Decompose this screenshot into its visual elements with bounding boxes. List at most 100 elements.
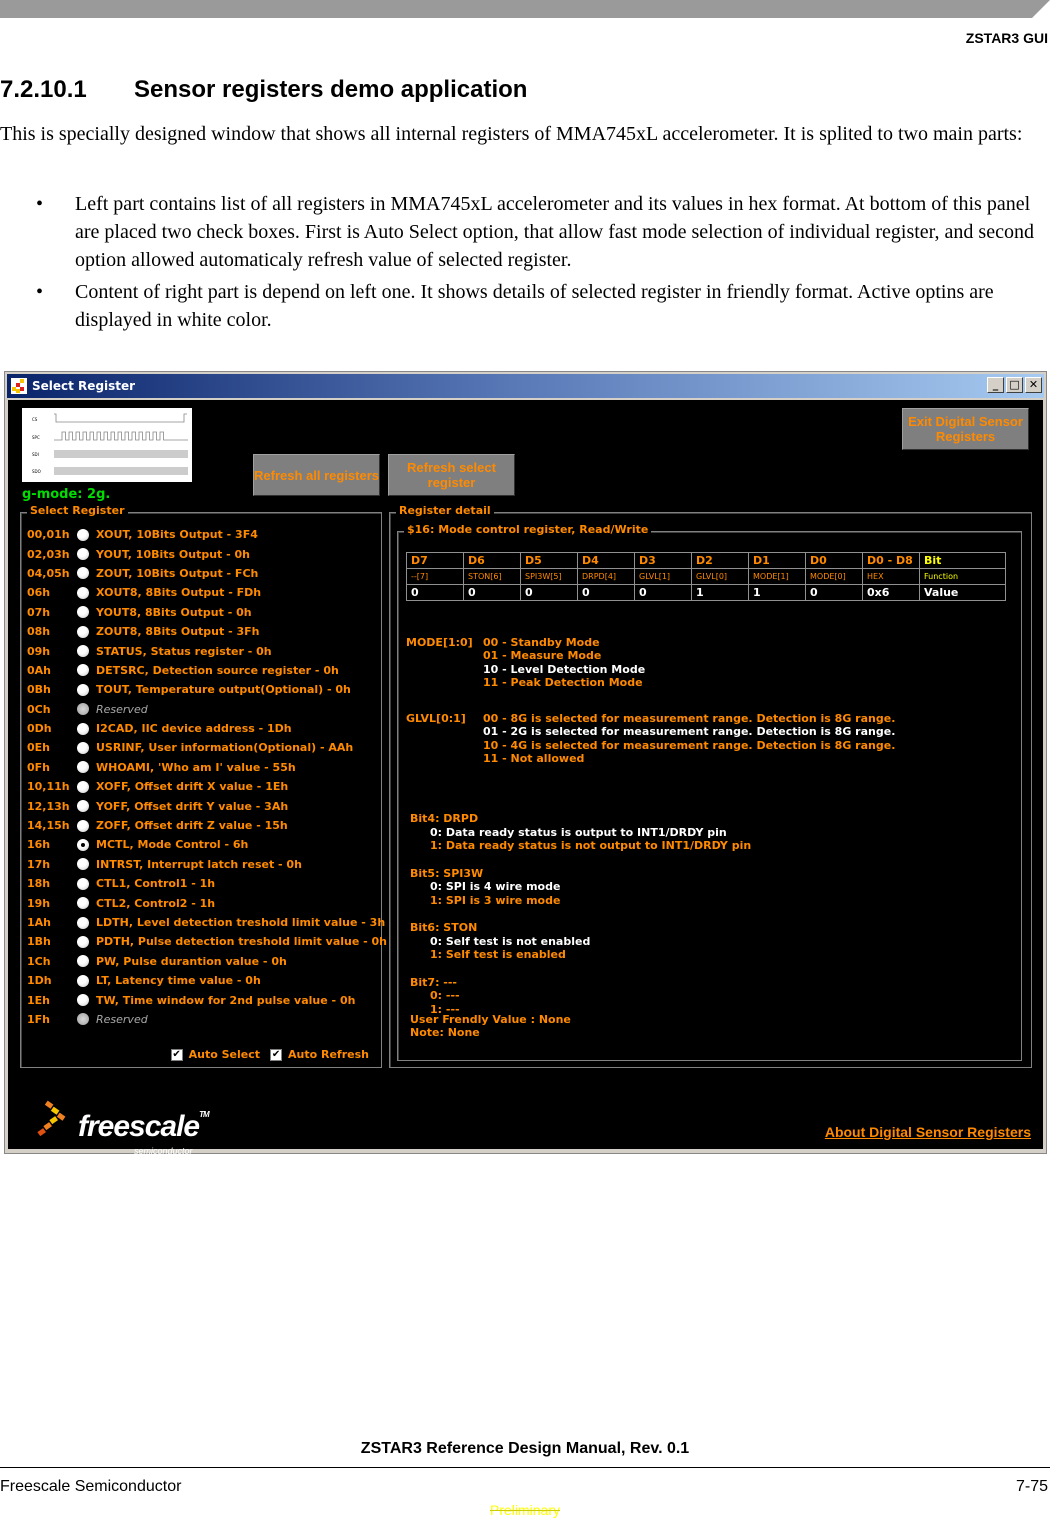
timing-label-cs: CS <box>32 417 38 422</box>
checkbox-checked-icon[interactable]: ✔ <box>170 1048 183 1061</box>
register-row[interactable]: 0Eh USRINF, User information(Optional) - … <box>27 738 387 757</box>
register-radio[interactable] <box>77 858 89 871</box>
register-row[interactable]: 08h ZOUT8, 8Bits Output - 3Fh <box>27 622 387 641</box>
register-radio[interactable] <box>77 645 89 658</box>
register-row[interactable]: 10,11h XOFF, Offset drift X value - 1Eh <box>27 777 387 796</box>
register-row[interactable]: 04,05h ZOUT, 10Bits Output - FCh <box>27 564 387 583</box>
glvl-label: GLVL[0:1] <box>406 712 466 725</box>
register-row[interactable]: 0Ch Reserved <box>27 700 387 719</box>
register-radio[interactable] <box>77 838 89 851</box>
register-address: 1Fh <box>27 1012 50 1026</box>
window-title: Select Register <box>32 379 136 393</box>
bit-details: Bit4: DRPD 0: Data ready status is output… <box>410 812 751 1030</box>
register-row[interactable]: 07h YOUT8, 8Bits Output - 0h <box>27 603 387 622</box>
register-radio[interactable] <box>77 664 89 677</box>
register-address: 1Eh <box>27 993 50 1007</box>
auto-select-checkbox[interactable]: ✔ Auto Select <box>170 1048 260 1061</box>
auto-refresh-checkbox[interactable]: ✔ Auto Refresh <box>270 1048 369 1061</box>
register-radio[interactable] <box>77 955 89 968</box>
register-row[interactable]: 12,13h YOFF, Offset drift Y value - 3Ah <box>27 796 387 815</box>
register-row[interactable]: 0Bh TOUT, Temperature output(Optional) - … <box>27 680 387 699</box>
note-value: Note: None <box>410 1026 480 1040</box>
close-button[interactable]: ✕ <box>1025 377 1042 393</box>
register-address: 1Dh <box>27 974 52 988</box>
register-radio[interactable] <box>77 916 89 929</box>
bit-label: Bit4: DRPD <box>410 812 479 825</box>
register-radio[interactable] <box>77 819 89 832</box>
register-name: LT, Latency time value - 0h <box>96 974 261 988</box>
register-row[interactable]: 18h CTL1, Control1 - 1h <box>27 874 387 893</box>
register-row[interactable]: 1Ah LDTH, Level detection treshold limit … <box>27 913 387 932</box>
checkbox-checked-icon[interactable]: ✔ <box>270 1048 283 1061</box>
glvl-option: 00 - 8G is selected for measurement rang… <box>483 712 896 725</box>
logo-subtitle: semiconductor <box>134 1146 193 1156</box>
register-row[interactable]: 1Ch PW, Pulse durantion value - 0h <box>27 952 387 971</box>
bit-cell: D0 - D8 <box>862 552 920 569</box>
exit-button[interactable]: Exit Digital Sensor Registers <box>902 408 1029 450</box>
register-radio[interactable] <box>77 586 89 599</box>
register-row[interactable]: 00,01h XOUT, 10Bits Output - 3F4 <box>27 525 387 544</box>
bullet-item: • Left part contains list of all register… <box>36 193 1034 271</box>
register-row[interactable]: 1Bh PDTH, Pulse detection treshold limit … <box>27 932 387 951</box>
register-radio[interactable] <box>77 994 89 1007</box>
register-row[interactable]: 02,03h YOUT, 10Bits Output - 0h <box>27 544 387 563</box>
register-row[interactable]: 14,15h ZOFF, Offset drift Z value - 15h <box>27 816 387 835</box>
register-row[interactable]: 1Fh Reserved <box>27 1010 387 1029</box>
function-cell: GLVL[0] <box>691 568 749 585</box>
register-radio[interactable] <box>77 606 89 619</box>
bit-option-1: 1: Data ready status is not output to IN… <box>430 839 752 852</box>
function-cell: HEX <box>862 568 920 585</box>
register-radio[interactable] <box>77 1013 89 1026</box>
register-radio[interactable] <box>77 548 89 561</box>
register-row[interactable]: 06h XOUT8, 8Bits Output - FDh <box>27 583 387 602</box>
register-row[interactable]: 16h MCTL, Mode Control - 6h <box>27 835 387 854</box>
function-cell: DRPD[4] <box>577 568 635 585</box>
register-address: 17h <box>27 857 51 871</box>
function-cell: MODE[0] <box>805 568 863 585</box>
bit-detail-block: Bit5: SPI3W 0: SPI is 4 wire mode 1: SPI i… <box>410 867 751 908</box>
function-cell: GLVL[1] <box>634 568 692 585</box>
register-radio[interactable] <box>77 761 89 774</box>
spi-timing-diagram: CS SPC SDI SDO <box>22 408 192 482</box>
user-friendly-section: User Frendly Value : None Note: None <box>410 1013 571 1040</box>
freescale-logo-icon <box>37 1100 66 1137</box>
bullet-item: • Content of right part is depend on left… <box>36 281 994 331</box>
register-radio[interactable] <box>77 722 89 735</box>
about-link[interactable]: About Digital Sensor Registers <box>825 1124 1031 1140</box>
register-radio[interactable] <box>77 935 89 948</box>
register-radio[interactable] <box>77 625 89 638</box>
maximize-button[interactable]: □ <box>1006 377 1023 393</box>
register-row[interactable]: 19h CTL2, Control2 - 1h <box>27 893 387 912</box>
register-row[interactable]: 0Fh WHOAMI, 'Who am I' value - 55h <box>27 758 387 777</box>
register-name: MCTL, Mode Control - 6h <box>96 838 249 852</box>
window-titlebar[interactable]: Select Register _ □ ✕ <box>7 374 1044 398</box>
register-address: 04,05h <box>27 566 70 580</box>
register-radio[interactable] <box>77 800 89 813</box>
freescale-logo: freescaleTM semiconductor <box>32 1100 232 1160</box>
value-cell: 1 <box>748 584 806 601</box>
register-name: Reserved <box>96 1012 148 1026</box>
register-radio[interactable] <box>77 683 89 696</box>
register-row[interactable]: 0Dh I2CAD, IIC device address - 1Dh <box>27 719 387 738</box>
value-cell: 0 <box>463 584 521 601</box>
register-row[interactable]: 17h INTRST, Interrupt latch reset - 0h <box>27 855 387 874</box>
refresh-select-button[interactable]: Refresh select register <box>388 454 515 496</box>
register-radio[interactable] <box>77 780 89 793</box>
register-row[interactable]: 1Dh LT, Latency time value - 0h <box>27 971 387 990</box>
register-radio[interactable] <box>77 703 89 716</box>
register-radio[interactable] <box>77 974 89 987</box>
register-row[interactable]: 09h STATUS, Status register - 0h <box>27 641 387 660</box>
register-row[interactable]: 0Ah DETSRC, Detection source register - 0… <box>27 661 387 680</box>
register-radio[interactable] <box>77 528 89 541</box>
register-radio[interactable] <box>77 567 89 580</box>
timing-label-sdi: SDI <box>32 452 39 457</box>
register-radio[interactable] <box>77 897 89 910</box>
minimize-button[interactable]: _ <box>987 377 1004 393</box>
register-row[interactable]: 1Eh TW, Time window for 2nd pulse value -… <box>27 990 387 1009</box>
value-cell: 0 <box>406 584 464 601</box>
register-radio[interactable] <box>77 741 89 754</box>
register-address: 0Eh <box>27 741 50 755</box>
refresh-all-button[interactable]: Refresh all registers <box>253 454 380 496</box>
register-radio[interactable] <box>77 877 89 890</box>
function-cell: STON[6] <box>463 568 521 585</box>
